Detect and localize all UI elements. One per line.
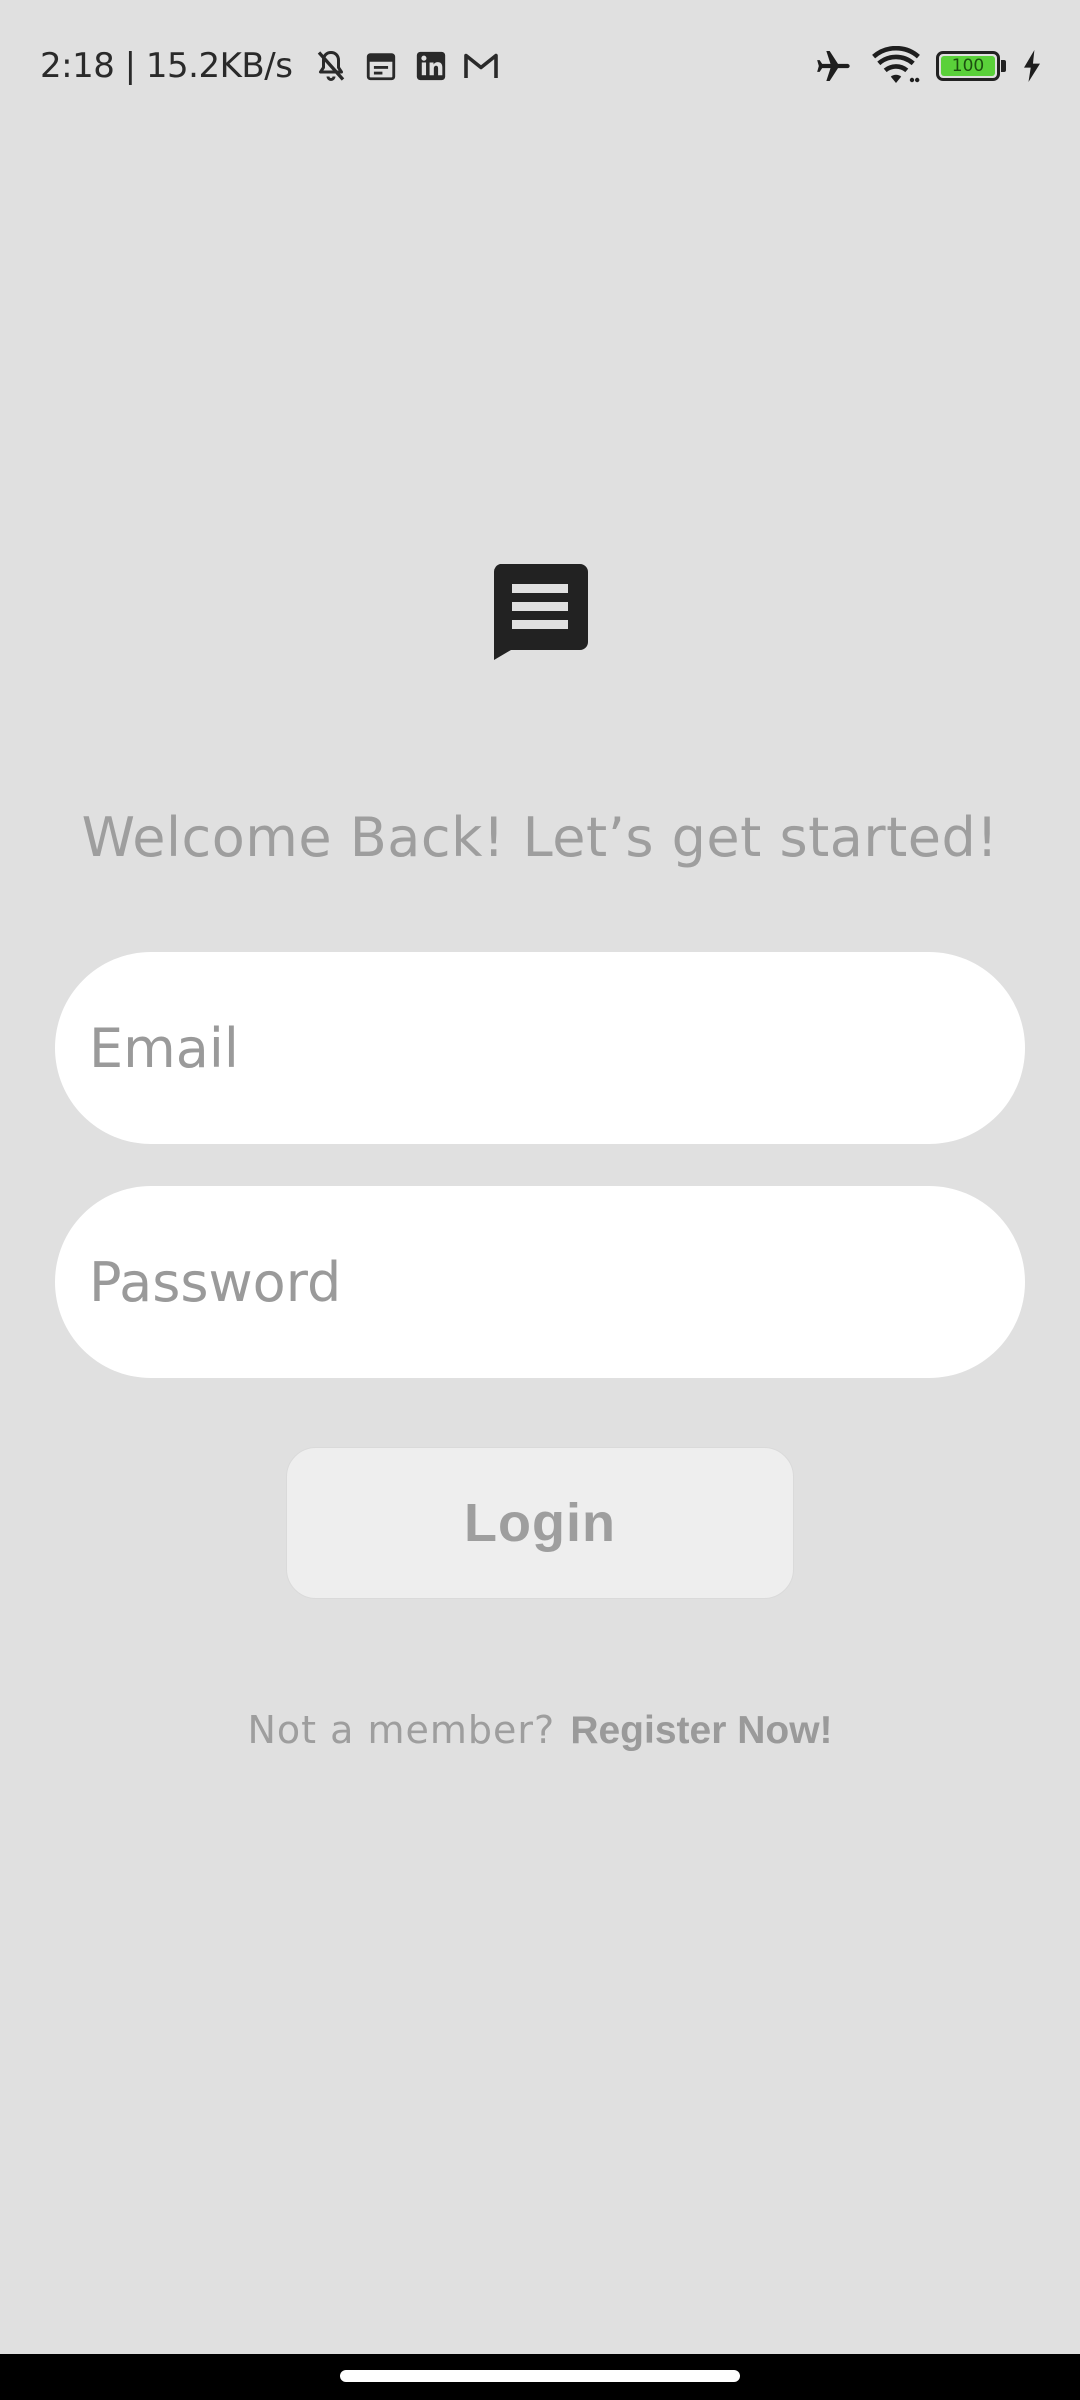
navigation-bar bbox=[0, 2354, 1080, 2400]
battery-outline: 100 bbox=[936, 51, 1000, 81]
status-right: 100 bbox=[794, 38, 1042, 94]
notification-icons bbox=[300, 47, 500, 85]
airplane-icon bbox=[810, 46, 856, 86]
battery-cap bbox=[1001, 60, 1006, 72]
login-button-label: Login bbox=[464, 1493, 616, 1553]
password-field[interactable] bbox=[55, 1186, 1025, 1378]
register-row: Not a member? Register Now! bbox=[0, 1708, 1080, 1753]
battery-icon: 100 bbox=[936, 51, 1006, 81]
status-bar: 2:18 | 15.2KB/s 100 bbox=[0, 0, 1080, 130]
status-time-speed: 2:18 | 15.2KB/s bbox=[40, 46, 293, 86]
register-prompt: Not a member? bbox=[247, 1708, 556, 1752]
linkedin-icon bbox=[412, 47, 450, 85]
register-link[interactable]: Register Now! bbox=[570, 1709, 832, 1752]
email-field[interactable] bbox=[55, 952, 1025, 1144]
home-indicator[interactable] bbox=[340, 2370, 740, 2382]
bell-off-icon bbox=[312, 47, 350, 85]
welcome-heading: Welcome Back! Let’s get started! bbox=[81, 806, 999, 869]
chat-message-icon bbox=[492, 564, 588, 660]
battery-level: 100 bbox=[941, 56, 995, 76]
calendar-icon bbox=[362, 47, 400, 85]
gmail-icon bbox=[462, 47, 500, 85]
wifi-icon bbox=[872, 46, 920, 86]
login-button[interactable]: Login bbox=[286, 1447, 794, 1599]
status-left: 2:18 | 15.2KB/s bbox=[40, 38, 500, 94]
charging-icon bbox=[1022, 50, 1042, 82]
